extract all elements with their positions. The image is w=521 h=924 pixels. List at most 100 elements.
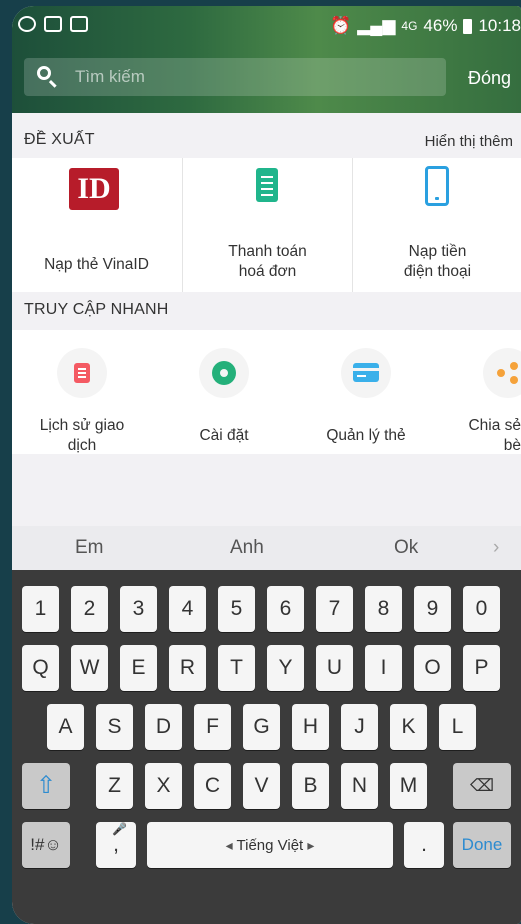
key-k[interactable]: K	[390, 704, 427, 750]
key-9[interactable]: 9	[414, 586, 451, 632]
quick-access-title: TRUY CẬP NHANH	[24, 301, 169, 318]
keyboard: 1 2 3 4 5 6 7 8 9 0 Q W E R T Y U I O P …	[12, 570, 521, 924]
shift-arrow-icon: ⇧	[35, 772, 57, 799]
signal-icon: ▂▄▆	[357, 16, 396, 35]
keyboard-suggestion-bar: Em Anh Ok ›	[12, 526, 521, 570]
network-label: 4G	[401, 19, 418, 33]
header: ⏰ ▂▄▆ 4G 46% 10:18 Tìm kiếm Đóng	[12, 6, 521, 113]
quick-label: Cài đặt	[199, 427, 249, 444]
search-icon	[37, 66, 51, 80]
search-placeholder: Tìm kiếm	[75, 67, 145, 86]
key-i[interactable]: I	[365, 645, 402, 691]
image-icon	[44, 16, 62, 32]
settings-gear-icon	[199, 348, 249, 398]
quick-label: Chia sẻ bè	[468, 417, 521, 454]
key-1[interactable]: 1	[22, 586, 59, 632]
quick-label: Quản lý thẻ	[326, 427, 406, 444]
chevron-right-icon[interactable]: ›	[493, 537, 499, 559]
call-icon	[18, 16, 36, 32]
key-8[interactable]: 8	[365, 586, 402, 632]
key-a[interactable]: A	[47, 704, 84, 750]
key-c[interactable]: C	[194, 763, 231, 809]
key-u[interactable]: U	[316, 645, 353, 691]
key-g[interactable]: G	[243, 704, 280, 750]
key-6[interactable]: 6	[267, 586, 304, 632]
quick-access-row: Lịch sử giao dịch Cài đặt Quản lý thẻ Ch…	[12, 330, 521, 454]
battery-percent: 46%	[423, 16, 458, 35]
key-p[interactable]: P	[463, 645, 500, 691]
microphone-icon: 🎤	[112, 822, 127, 836]
battery-icon	[463, 18, 473, 34]
mobile-phone-icon	[425, 166, 449, 206]
mail-icon	[70, 16, 88, 32]
quick-share[interactable]: Chia sẻ bè	[438, 330, 521, 454]
key-4[interactable]: 4	[169, 586, 206, 632]
app-screen: ⏰ ▂▄▆ 4G 46% 10:18 Tìm kiếm Đóng ĐỀ XUẤT…	[12, 6, 521, 924]
key-q[interactable]: Q	[22, 645, 59, 691]
key-x[interactable]: X	[145, 763, 182, 809]
clock: 10:18	[478, 16, 521, 35]
quick-label: Lịch sử giao dịch	[39, 417, 125, 454]
key-d[interactable]: D	[145, 704, 182, 750]
key-j[interactable]: J	[341, 704, 378, 750]
symbols-key[interactable]: !#☺	[22, 822, 70, 868]
suggestion-label: Thanh toán hoá đơn	[228, 243, 307, 280]
transaction-history-icon	[57, 348, 107, 398]
word-suggestion[interactable]: Ok	[394, 537, 418, 559]
done-key[interactable]: Done	[453, 822, 511, 868]
show-more-link[interactable]: Hiển thị thêm	[425, 133, 513, 150]
suggestion-phone-topup[interactable]: Nạp tiền điện thoại	[352, 158, 521, 292]
key-3[interactable]: 3	[120, 586, 157, 632]
quick-settings[interactable]: Cài đặt	[154, 330, 294, 454]
share-icon	[483, 348, 521, 398]
period-key[interactable]: .	[404, 822, 444, 868]
key-l[interactable]: L	[439, 704, 476, 750]
quick-transaction-history[interactable]: Lịch sử giao dịch	[12, 330, 152, 454]
key-v[interactable]: V	[243, 763, 280, 809]
key-n[interactable]: N	[341, 763, 378, 809]
key-b[interactable]: B	[292, 763, 329, 809]
status-bar: ⏰ ▂▄▆ 4G 46% 10:18	[12, 6, 521, 46]
suggestion-bill-payment[interactable]: Thanh toán hoá đơn	[182, 158, 352, 292]
vinaid-logo-icon: ID	[69, 168, 119, 210]
suggestion-label: Nạp thẻ VinaID	[44, 256, 149, 273]
key-o[interactable]: O	[414, 645, 451, 691]
notification-icons	[18, 16, 88, 32]
search-input[interactable]: Tìm kiếm	[24, 58, 446, 96]
phone-frame: ⏰ ▂▄▆ 4G 46% 10:18 Tìm kiếm Đóng ĐỀ XUẤT…	[0, 0, 521, 924]
suggestions-row: ID Nạp thẻ VinaID Thanh toán hoá đơn Nạp…	[12, 158, 521, 292]
key-f[interactable]: F	[194, 704, 231, 750]
shift-key[interactable]: ⇧	[22, 763, 70, 809]
system-status: ⏰ ▂▄▆ 4G 46% 10:18	[330, 16, 521, 36]
space-language-label: Tiếng Việt	[236, 837, 304, 854]
word-suggestion[interactable]: Anh	[230, 537, 264, 559]
key-y[interactable]: Y	[267, 645, 304, 691]
suggestion-label: Nạp tiền điện thoại	[403, 243, 472, 280]
word-suggestion[interactable]: Em	[75, 537, 104, 559]
key-7[interactable]: 7	[316, 586, 353, 632]
key-r[interactable]: R	[169, 645, 206, 691]
close-button[interactable]: Đóng	[468, 68, 511, 89]
key-5[interactable]: 5	[218, 586, 255, 632]
key-e[interactable]: E	[120, 645, 157, 691]
space-key[interactable]: ◂ Tiếng Việt ▸	[147, 822, 393, 868]
key-h[interactable]: H	[292, 704, 329, 750]
comma-key[interactable]: 🎤,	[96, 822, 136, 868]
key-z[interactable]: Z	[96, 763, 133, 809]
suggestion-vinaid[interactable]: ID Nạp thẻ VinaID	[12, 158, 181, 292]
key-w[interactable]: W	[71, 645, 108, 691]
alarm-icon: ⏰	[330, 16, 352, 35]
language-left-arrow-icon: ◂	[225, 837, 233, 853]
card-icon	[341, 348, 391, 398]
backspace-icon: ⌫	[469, 776, 495, 795]
key-t[interactable]: T	[218, 645, 255, 691]
key-2[interactable]: 2	[71, 586, 108, 632]
language-right-arrow-icon: ▸	[307, 837, 315, 853]
key-s[interactable]: S	[96, 704, 133, 750]
suggestions-title: ĐỀ XUẤT	[24, 131, 95, 148]
key-0[interactable]: 0	[463, 586, 500, 632]
key-m[interactable]: M	[390, 763, 427, 809]
quick-card-management[interactable]: Quản lý thẻ	[296, 330, 436, 454]
bill-receipt-icon	[256, 168, 278, 202]
backspace-key[interactable]: ⌫	[453, 763, 511, 809]
